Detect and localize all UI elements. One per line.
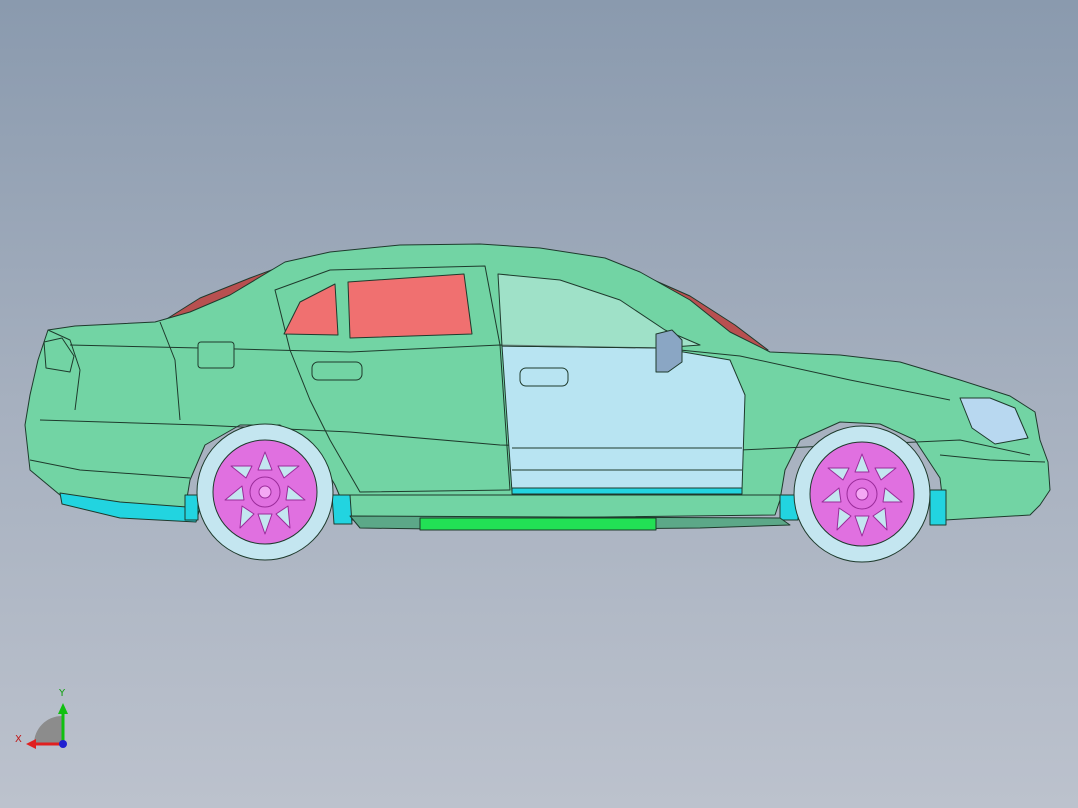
orientation-triad[interactable]: [26, 703, 68, 749]
z-axis-icon: [59, 740, 67, 748]
model-canvas[interactable]: [0, 0, 1078, 808]
x-axis-arrow-icon: [26, 739, 36, 749]
y-axis-arrow-icon: [58, 703, 68, 714]
mid-wheel-liner-cyan[interactable]: [331, 494, 353, 525]
car-model[interactable]: [24, 243, 1051, 563]
rear-wheel-liner-cyan[interactable]: [184, 494, 199, 521]
front-underbody-cyan[interactable]: [929, 489, 947, 526]
sill-plate[interactable]: [419, 517, 657, 531]
rear-door-window[interactable]: [347, 273, 473, 339]
triad-y-label: Y: [59, 688, 66, 699]
graphics-viewport[interactable]: Y X: [0, 0, 1078, 808]
rear-hub-cap: [258, 485, 272, 499]
triad-x-label: X: [15, 734, 22, 745]
front-hub-cap: [855, 487, 869, 501]
front-wheel[interactable]: [793, 425, 931, 563]
front-door-handle[interactable]: [519, 367, 569, 387]
rear-door-handle[interactable]: [311, 361, 363, 381]
rear-wheel[interactable]: [196, 423, 334, 561]
triad-plane-icon: [34, 716, 62, 744]
fuel-cap[interactable]: [197, 341, 235, 369]
door-sill-cyan[interactable]: [511, 487, 743, 495]
